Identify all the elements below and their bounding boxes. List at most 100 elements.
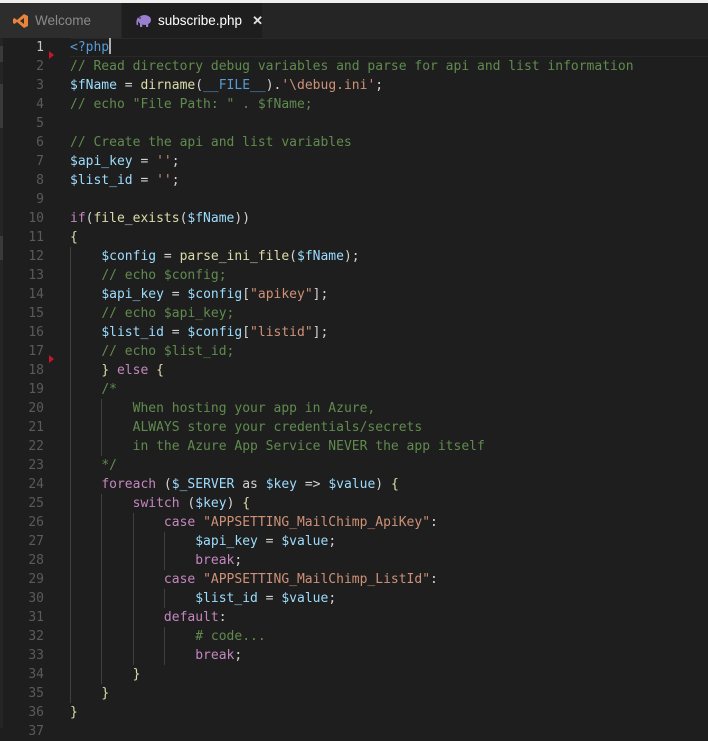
code-line[interactable]: 24 foreach ($_SERVER as $key => $value) … <box>0 475 708 494</box>
line-number: 16 <box>28 325 44 340</box>
code-line[interactable]: 15 // echo $api_key; <box>0 304 708 323</box>
code-line[interactable]: 5 <box>0 114 708 133</box>
code-text: switch ($key) { <box>70 494 250 513</box>
breakpoint-marker-icon[interactable] <box>49 355 54 363</box>
breakpoint-marker-icon[interactable] <box>49 51 54 59</box>
code-token: "listid" <box>250 325 313 340</box>
code-token: ) <box>226 496 243 511</box>
code-line[interactable]: 21 ALWAYS store your credentials/secrets <box>0 418 708 437</box>
code-text: { <box>70 228 78 247</box>
code-token: ; <box>234 553 243 568</box>
code-line[interactable]: 17 // echo $list_id; <box>0 342 708 361</box>
code-line[interactable]: 9 <box>0 190 708 209</box>
code-line[interactable]: 2 // Read directory debug variables and p… <box>0 51 708 76</box>
code-line[interactable]: 8 $list_id = ''; <box>0 171 708 190</box>
code-text: $list_id = ''; <box>70 171 180 190</box>
code-token: // echo $list_id; <box>101 344 235 359</box>
code-line[interactable]: 34 } <box>0 665 708 684</box>
code-token: case <box>163 515 196 530</box>
code-token: } <box>70 705 78 720</box>
code-line[interactable]: 37 <box>0 722 708 741</box>
code-text: break; <box>70 646 242 665</box>
code-line[interactable]: 14 $api_key = $config["apikey"]; <box>0 285 708 304</box>
code-line[interactable]: 1 <?php <box>0 38 708 57</box>
code-line[interactable]: 19 /* <box>0 380 708 399</box>
code-token: ( <box>289 249 297 264</box>
code-token: */ <box>101 458 117 473</box>
line-number: 17 <box>28 344 44 359</box>
code-text: // echo $api_key; <box>70 304 234 323</box>
code-line[interactable]: 30 $list_id = $value; <box>0 589 708 608</box>
code-token: ; <box>328 534 337 549</box>
code-token: $fName <box>297 249 344 264</box>
line-number: 22 <box>28 439 44 454</box>
line-number: 35 <box>28 686 44 701</box>
code-line[interactable]: 10 if(file_exists($fName)) <box>0 209 708 228</box>
code-line[interactable]: 33 break; <box>0 646 708 665</box>
code-token: parse_ini_file <box>179 249 290 264</box>
code-line[interactable]: 25 switch ($key) { <box>0 494 708 513</box>
code-line[interactable]: 29 case "APPSETTING_MailChimp_ListId": <box>0 570 708 589</box>
code-line[interactable]: 6 // Create the api and list variables <box>0 133 708 152</box>
code-text: } <box>70 684 109 703</box>
tab-welcome[interactable]: Welcome <box>0 3 122 38</box>
code-token: ; <box>171 173 180 188</box>
code-token: switch <box>132 496 180 511</box>
code-token: = <box>163 287 188 302</box>
code-text: $list_id = $value; <box>70 589 336 608</box>
code-token: # code... <box>195 629 266 644</box>
code-line[interactable]: 28 break; <box>0 551 708 570</box>
code-token: /* <box>101 382 117 397</box>
close-icon[interactable]: ✕ <box>252 13 263 29</box>
line-number: 27 <box>28 534 44 549</box>
code-line[interactable]: 26 case "APPSETTING_MailChimp_ApiKey": <box>0 513 708 532</box>
code-line[interactable]: 3 $fName = dirname(__FILE__).'\debug.ini'… <box>0 76 708 95</box>
line-number: 29 <box>28 572 44 587</box>
code-line[interactable]: 11 { <box>0 228 708 247</box>
code-line[interactable]: 31 default: <box>0 608 708 627</box>
code-text: case "APPSETTING_MailChimp_ApiKey": <box>70 513 438 532</box>
code-token: = <box>132 173 157 188</box>
code-text: $api_key = $config["apikey"]; <box>70 285 328 304</box>
code-line[interactable]: 35 } <box>0 684 708 703</box>
line-number: 5 <box>36 116 44 131</box>
code-token: ( <box>156 477 172 492</box>
line-number: 23 <box>28 458 44 473</box>
line-number: 2 <box>36 59 44 74</box>
line-number: 9 <box>36 192 44 207</box>
code-text: // Create the api and list variables <box>70 133 352 152</box>
code-token: $list_id <box>195 591 258 606</box>
code-line[interactable]: 27 $api_key = $value; <box>0 532 708 551</box>
code-line[interactable]: 4 // echo "File Path: " . $fName; <box>0 95 708 114</box>
line-number: 13 <box>28 268 44 283</box>
code-line[interactable]: 23 */ <box>0 456 708 475</box>
code-line[interactable]: 20 When hosting your app in Azure, <box>0 399 708 418</box>
code-line[interactable]: 13 // echo $config; <box>0 266 708 285</box>
code-editor[interactable]: 1 <?php 2 // Read directory debug variables… <box>0 38 708 739</box>
line-number: 32 <box>28 629 44 644</box>
code-token: if <box>70 211 86 226</box>
tab-subscribe-php[interactable]: subscribe.php ✕ <box>122 3 263 38</box>
code-line[interactable]: 16 $list_id = $config["listid"]; <box>0 323 708 342</box>
code-line[interactable]: 12 $config = parse_ini_file($fName); <box>0 247 708 266</box>
code-line[interactable]: 18 } else { <box>0 355 708 380</box>
code-line[interactable]: 22 in the Azure App Service NEVER the ap… <box>0 437 708 456</box>
line-number: 18 <box>28 363 44 378</box>
line-number: 3 <box>36 78 44 93</box>
code-token: $key <box>265 477 298 492</box>
code-line[interactable]: 7 $api_key = ''; <box>0 152 708 171</box>
code-token: = <box>163 325 188 340</box>
code-line[interactable]: 36} <box>0 703 708 722</box>
code-token: $config <box>187 287 243 302</box>
code-text: $api_key = ''; <box>70 152 180 171</box>
code-line[interactable]: 32 # code... <box>0 627 708 646</box>
